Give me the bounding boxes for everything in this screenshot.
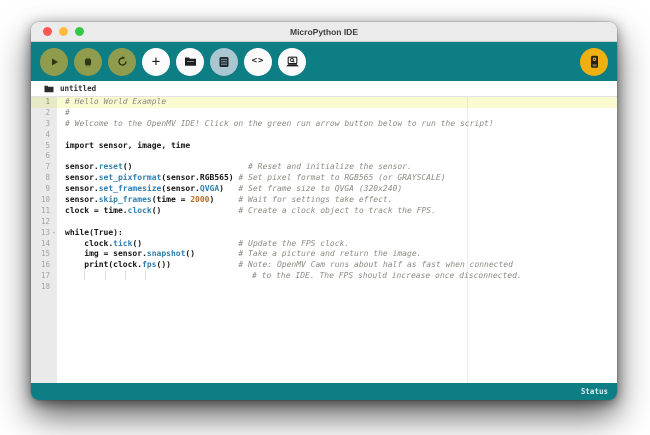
run-button[interactable] (40, 47, 68, 76)
stop-icon (82, 56, 94, 68)
code-line: 16 print(clock.fps()) # Note: OpenMV Cam… (31, 260, 617, 272)
code-line: 8 sensor.set_pixformat(sensor.RGB565) # S… (31, 173, 617, 185)
window-title: MicroPython IDE (289, 26, 358, 37)
titlebar: MicroPython IDE (31, 22, 617, 42)
code-line: 7 sensor.reset() # Reset and initialize t… (31, 162, 617, 174)
close-button[interactable] (43, 27, 52, 36)
stop-button[interactable] (74, 47, 102, 76)
play-icon (48, 56, 60, 68)
code-line: 10 sensor.skip_frames(time = 2000) # Wait… (31, 195, 617, 206)
code-line: 15 img = sensor.snapshot() # Take a pict… (31, 249, 617, 261)
code-line: 6 (31, 151, 617, 163)
code-line: 4 (31, 129, 617, 141)
tab-bar: untitled (31, 81, 617, 97)
code-lines: 1 # Hello World Example 2 #3 # Welcome to th… (31, 97, 617, 294)
status-bar: Status (31, 383, 617, 400)
tab-untitled[interactable]: untitled (60, 84, 96, 93)
status-label: Status (580, 387, 608, 396)
save-button[interactable] (210, 47, 238, 76)
toolbar: + <> (31, 42, 617, 81)
minimize-button[interactable] (59, 27, 68, 36)
connect-button[interactable] (580, 47, 608, 76)
column-ruler (467, 97, 468, 383)
app-window: MicroPython IDE + <> untitled 1 # Hello … (31, 22, 617, 400)
serial-terminal-button[interactable]: <> (244, 47, 272, 76)
code-line: 12 (31, 216, 617, 228)
code-line: 11 clock = time.clock() # Create a clock … (31, 205, 617, 217)
camera-icon (589, 55, 600, 69)
code-line: 3 # Welcome to the OpenMV IDE! Click on t… (31, 118, 617, 130)
code-line: 2 # (31, 107, 617, 119)
code-line: 9 sensor.set_framesize(sensor.QVGA) # Set… (31, 184, 617, 196)
save-icon (218, 56, 230, 68)
reset-button[interactable] (108, 47, 136, 76)
code-line: 14 clock.tick() # Update the FPS clock. (31, 238, 617, 250)
code-line: 5 import sensor, image, time (31, 140, 617, 152)
new-file-button[interactable]: + (142, 47, 170, 76)
code-icon: <> (251, 56, 265, 66)
open-terminal-button[interactable] (278, 47, 306, 76)
folder-icon (184, 56, 197, 67)
traffic-lights (43, 22, 84, 41)
laptop-icon (285, 56, 300, 68)
code-editor[interactable]: 1 # Hello World Example 2 #3 # Welcome to th… (31, 97, 617, 383)
file-folder-icon (44, 80, 54, 98)
reset-icon (116, 55, 129, 68)
fold-marker[interactable]: - (52, 228, 56, 239)
open-file-button[interactable] (176, 47, 204, 76)
code-line: 1 # Hello World Example (31, 97, 617, 108)
code-line: 17 # to the IDE. The FPS should increase… (31, 271, 617, 283)
zoom-button[interactable] (75, 27, 84, 36)
plus-icon: + (151, 53, 161, 70)
code-line: 18 (31, 282, 617, 294)
code-line: 13- while(True): (31, 227, 617, 239)
